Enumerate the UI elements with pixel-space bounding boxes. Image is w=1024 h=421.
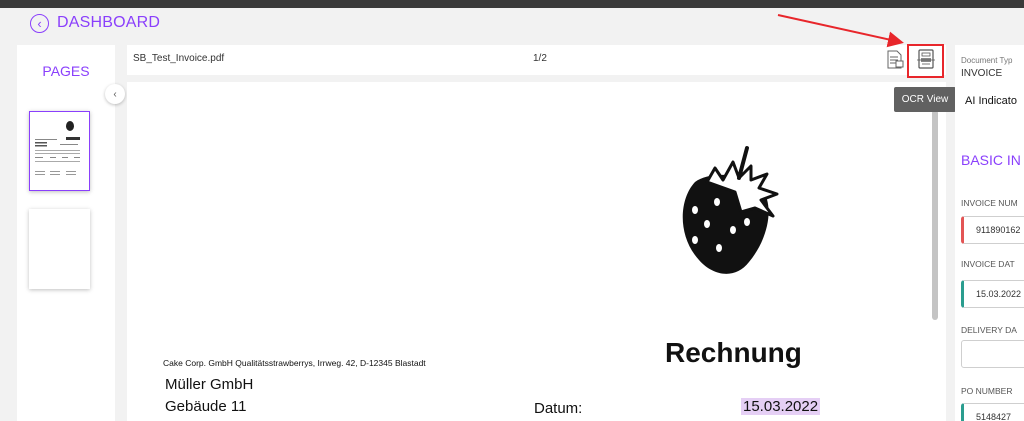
ai-indicator[interactable]: AI Indicato xyxy=(965,95,1017,107)
page-thumbnail-preview xyxy=(35,121,80,175)
recipient-address: Gebäude 11 xyxy=(165,398,247,415)
dashboard-header[interactable]: ‹ DASHBOARD xyxy=(30,12,160,34)
document-viewer[interactable]: Cake Corp. GmbH Qualitätsstrawberrys, Ir… xyxy=(127,82,946,421)
basic-info-section-title: BASIC IN xyxy=(961,152,1021,168)
ocr-scan-icon xyxy=(916,48,936,75)
document-lines-icon[interactable] xyxy=(886,50,904,70)
page-thumbnail-2[interactable] xyxy=(29,209,90,289)
strawberry-icon xyxy=(682,146,779,274)
delivery-date-label: DELIVERY DA xyxy=(961,325,1017,335)
document-scrollbar[interactable] xyxy=(932,110,938,320)
po-number-label: PO NUMBER xyxy=(961,386,1013,396)
invoice-date-field[interactable]: 15.03.2022 xyxy=(961,280,1024,308)
invoice-number-label: INVOICE NUM xyxy=(961,198,1018,208)
date-value-highlight[interactable]: 15.03.2022 xyxy=(741,398,821,415)
page-counter: 1/2 xyxy=(533,53,547,64)
ocr-view-button[interactable] xyxy=(907,44,944,78)
chevron-left-circle-icon[interactable]: ‹ xyxy=(30,13,49,33)
chevron-left-icon: ‹ xyxy=(113,88,117,100)
date-label: Datum: xyxy=(534,400,583,417)
invoice-number-field[interactable]: 911890162 xyxy=(961,216,1024,244)
ocr-view-tooltip: OCR View xyxy=(894,87,956,112)
collapse-pages-button[interactable]: ‹ xyxy=(105,84,125,104)
document-toolbar: SB_Test_Invoice.pdf 1/2 xyxy=(127,44,946,78)
document-filename: SB_Test_Invoice.pdf xyxy=(133,53,225,64)
document-type-value[interactable]: INVOICE xyxy=(961,68,1002,79)
recipient-name: Müller GmbH xyxy=(165,376,254,393)
dashboard-title[interactable]: DASHBOARD xyxy=(57,14,160,32)
pages-title: PAGES xyxy=(42,63,90,79)
document-type-label: Document Typ xyxy=(961,56,1013,65)
extraction-panel: Document Typ INVOICE AI Indicato BASIC I… xyxy=(955,45,1024,421)
invoice-date-label: INVOICE DAT xyxy=(961,259,1015,269)
sender-address-line: Cake Corp. GmbH Qualitätsstrawberrys, Ir… xyxy=(163,358,426,368)
po-number-field[interactable]: 5148427 xyxy=(961,403,1024,421)
pages-panel: PAGES xyxy=(17,45,115,421)
page-thumbnail-1[interactable] xyxy=(29,111,90,191)
document-heading: Rechnung xyxy=(665,337,802,368)
delivery-date-field[interactable] xyxy=(961,340,1024,368)
top-bar xyxy=(0,0,1024,8)
